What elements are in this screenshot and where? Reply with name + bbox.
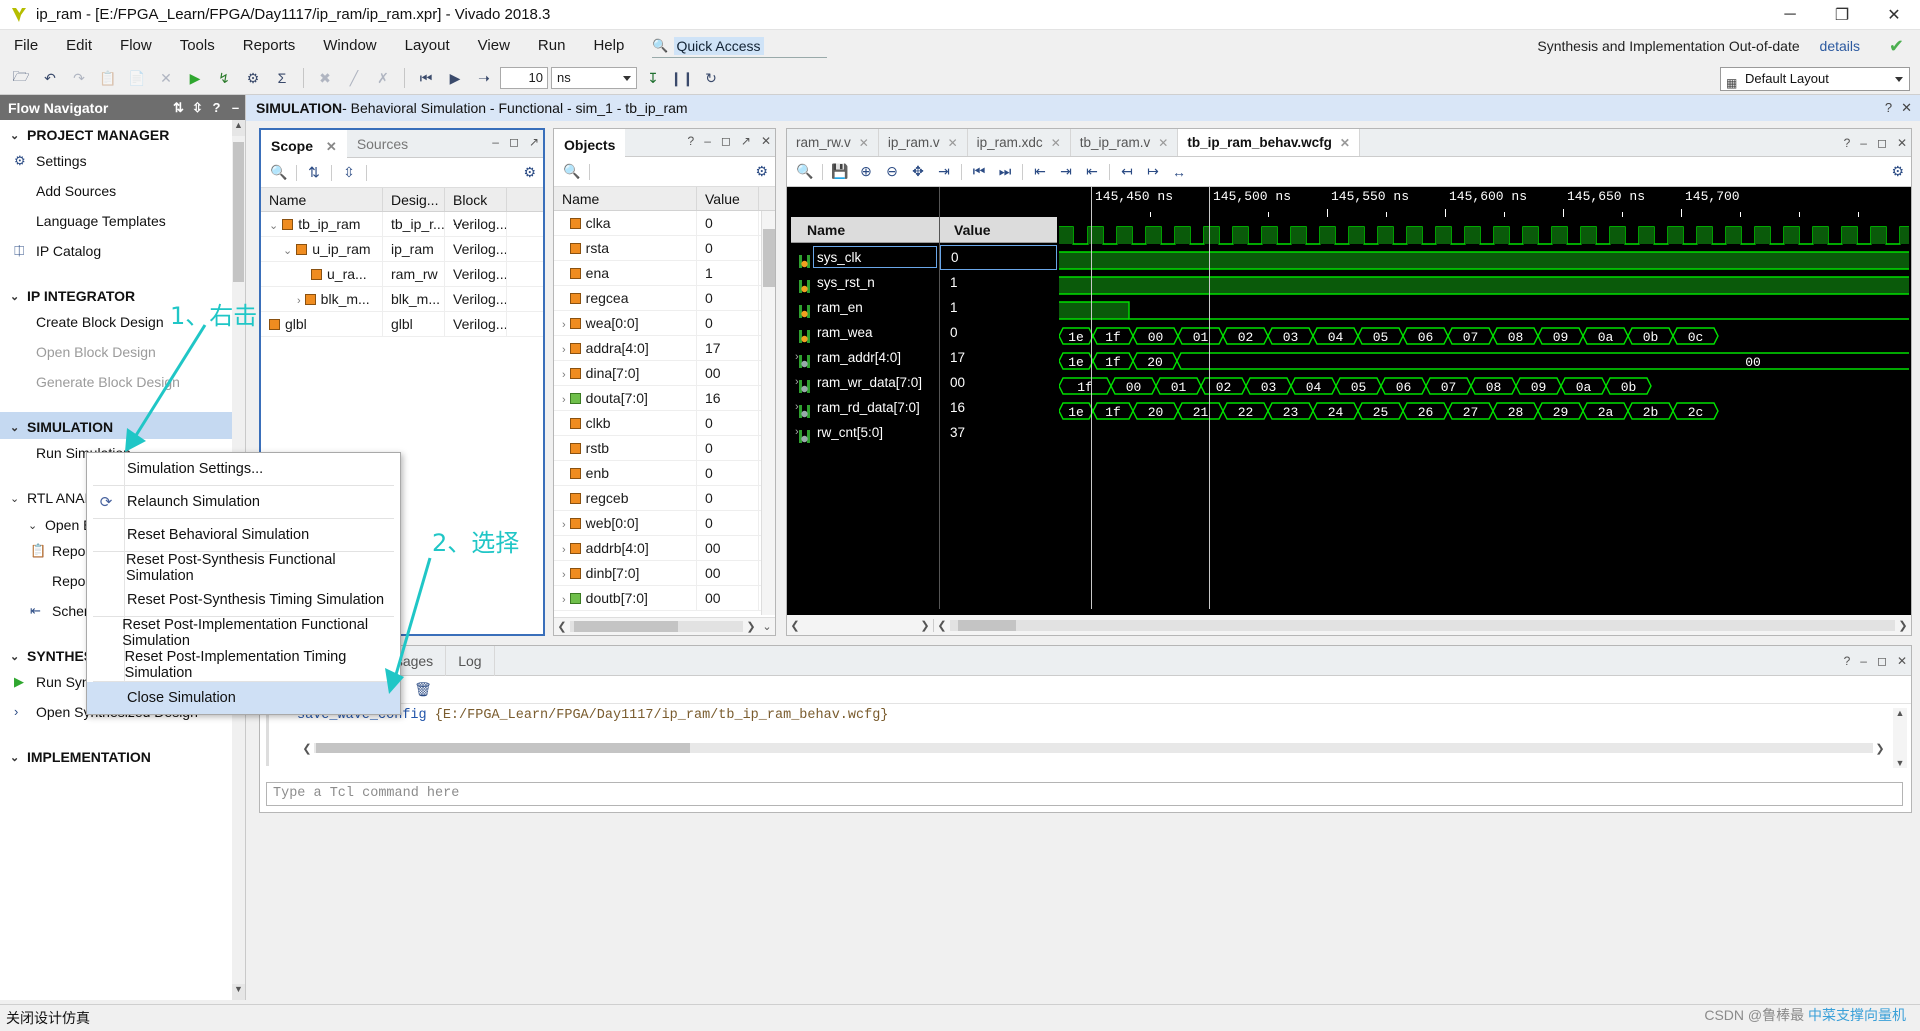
annotation-arrows — [0, 0, 1920, 1030]
annotation-step-2: 2、选择 — [432, 523, 519, 558]
annotation-step-1: 1、右击 — [170, 296, 257, 331]
